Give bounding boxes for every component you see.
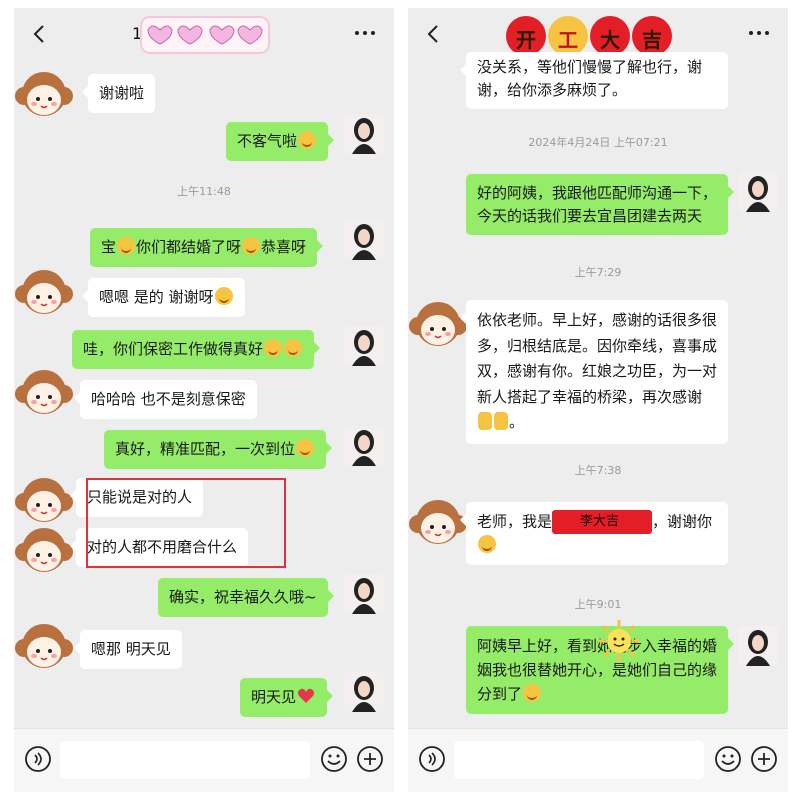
avatar[interactable]: [344, 574, 384, 614]
avatar[interactable]: [14, 522, 74, 578]
message-bubble[interactable]: 依依老师。早上好，感谢的话很多很多，归根结底是。因你牵线，喜事成双，感谢有你。红…: [460, 300, 728, 444]
grin-emoji: [284, 339, 303, 357]
heart-emoji: [297, 688, 315, 703]
avatar[interactable]: [408, 494, 468, 550]
message-bubble[interactable]: 哇，你们保密工作做得真好: [72, 330, 321, 369]
message-bubble[interactable]: 谢谢啦: [81, 74, 156, 113]
voice-icon[interactable]: [24, 745, 52, 773]
message-input[interactable]: [60, 741, 310, 779]
message-bubble[interactable]: 没关系，等他们慢慢了解也行，谢 谢，给你添多麻烦了。: [460, 52, 728, 109]
more-icon[interactable]: [744, 22, 774, 44]
timestamp: 上午7:38: [574, 464, 622, 477]
voice-icon[interactable]: [418, 745, 446, 773]
message-bubble[interactable]: 明天见: [240, 678, 334, 717]
pray-emoji: [478, 412, 492, 430]
avatar[interactable]: [408, 296, 468, 352]
chat-panel-right: 开 工 大 吉 没关系，等他们慢慢了解也行，谢 谢，给你添多麻烦了。 2024年4…: [408, 8, 788, 792]
message-bubble[interactable]: 哈哈哈 也不是刻意保密: [74, 380, 257, 419]
smile-emoji: [117, 237, 136, 255]
message-bubble[interactable]: 老师，我是 李大吉 ，谢谢你: [460, 502, 728, 565]
timestamp: 上午9:01: [574, 598, 622, 611]
laugh-emoji: [242, 237, 261, 255]
avatar[interactable]: [738, 172, 778, 212]
back-arrow-icon[interactable]: [420, 20, 448, 48]
hearts-sticker: [140, 16, 270, 54]
message-input[interactable]: [454, 741, 704, 779]
timestamp: 上午11:48: [177, 185, 231, 198]
avatar[interactable]: [344, 114, 384, 154]
plus-icon[interactable]: [750, 745, 778, 773]
avatar[interactable]: [14, 264, 74, 320]
avatar[interactable]: [14, 364, 74, 420]
top-bar: 1: [14, 8, 394, 60]
avatar[interactable]: [344, 426, 384, 466]
smile-emoji: [296, 439, 315, 457]
sun-sticker: [598, 620, 640, 662]
timestamp: 2024年4月24日 上午07:21: [528, 136, 668, 149]
message-bubble[interactable]: 好的阿姨，我跟他匹配师沟通一下， 今天的话我们要去宜昌团建去两天: [466, 174, 734, 235]
message-bubble[interactable]: 不客气啦: [226, 122, 335, 161]
message-bubble[interactable]: 确实，祝幸福久久哦~: [158, 578, 334, 617]
cool-emoji: [214, 287, 233, 305]
smile-emoji: [523, 684, 542, 702]
highlight-box: [86, 478, 286, 568]
input-bar: [408, 728, 788, 792]
emoji-icon[interactable]: [714, 745, 742, 773]
emoji-icon[interactable]: [320, 745, 348, 773]
avatar[interactable]: [738, 626, 778, 666]
avatar[interactable]: [14, 472, 74, 528]
chat-panel-left: 1 谢谢啦 不客气啦 上午11:48 宝你们都结婚了呀 恭喜呀 嗯嗯 是的 谢谢…: [14, 8, 394, 792]
message-bubble[interactable]: 嗯那 明天见: [74, 630, 182, 669]
pray-emoji: [494, 412, 508, 430]
message-bubble[interactable]: 真好，精准匹配，一次到位: [104, 430, 333, 469]
name-stamp: 李大吉: [552, 510, 653, 534]
input-bar: [14, 728, 394, 792]
timestamp: 上午7:29: [574, 266, 622, 279]
avatar[interactable]: [14, 66, 74, 122]
smile-emoji: [298, 131, 317, 149]
grin-emoji: [264, 339, 283, 357]
back-arrow-icon[interactable]: [26, 20, 54, 48]
plus-icon[interactable]: [356, 745, 384, 773]
more-icon[interactable]: [350, 22, 380, 44]
kiss-emoji: [478, 535, 496, 553]
avatar[interactable]: [344, 326, 384, 366]
message-bubble[interactable]: 宝你们都结婚了呀 恭喜呀: [90, 228, 324, 267]
message-bubble[interactable]: 嗯嗯 是的 谢谢呀: [82, 278, 245, 317]
avatar[interactable]: [344, 220, 384, 260]
avatar[interactable]: [344, 672, 384, 712]
avatar[interactable]: [14, 618, 74, 674]
